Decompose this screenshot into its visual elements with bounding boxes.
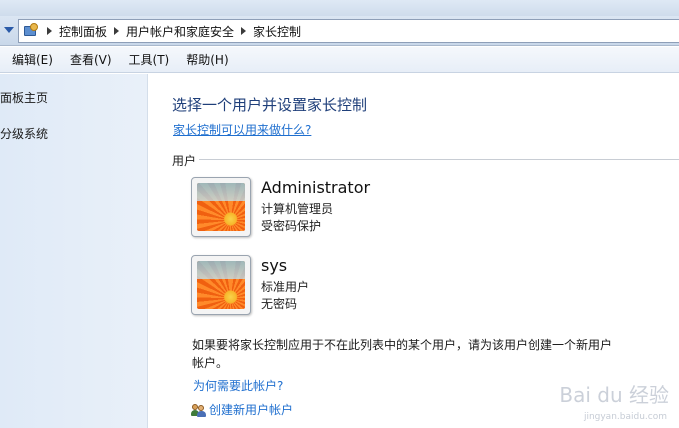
menu-tools[interactable]: 工具(T) [129, 51, 170, 68]
user-name[interactable]: Administrator [261, 178, 370, 197]
user-avatar[interactable] [191, 177, 251, 237]
breadcrumb-parental-controls[interactable]: 家长控制 [253, 23, 301, 40]
left-link-home[interactable]: 面板主页 [0, 89, 48, 106]
window-title-bar [0, 0, 679, 16]
create-account-link[interactable]: 创建新用户帐户 [209, 401, 293, 418]
user-password-status: 无密码 [261, 297, 298, 311]
menu-help[interactable]: 帮助(H) [186, 51, 228, 68]
menu-edit[interactable]: 编辑(E) [12, 51, 53, 68]
flower-picture-icon [197, 183, 245, 231]
help-link[interactable]: 家长控制可以用来做什么? [173, 121, 311, 138]
user-tile-sys[interactable]: sys 标准用户 无密码 [191, 255, 591, 319]
control-panel-icon [22, 22, 40, 40]
users-group-label: 用户 [172, 154, 197, 168]
why-account-link[interactable]: 为何需要此帐户? [193, 377, 283, 394]
main-content: 选择一个用户并设置家长控制 家长控制可以用来做什么? 用户 Administra… [149, 74, 679, 428]
user-password-status: 受密码保护 [261, 219, 322, 233]
user-tile-administrator[interactable]: Administrator 计算机管理员 受密码保护 [191, 177, 591, 241]
page-title: 选择一个用户并设置家长控制 [172, 96, 368, 114]
breadcrumb-chevron-icon[interactable] [241, 27, 247, 35]
create-account-note: 如果要将家长控制应用于不在此列表中的某个用户，请为该用户创建一个新用户帐户。 [192, 338, 613, 370]
address-bar[interactable]: 控制面板 用户帐户和家庭安全 家长控制 [18, 19, 679, 43]
watermark-logo: Bai du 经验 [559, 383, 669, 407]
user-role: 标准用户 [261, 280, 310, 294]
flower-picture-icon [197, 261, 245, 309]
nav-dropdown-icon[interactable] [4, 27, 14, 33]
breadcrumb-chevron-icon[interactable] [114, 27, 120, 35]
user-role: 计算机管理员 [261, 202, 334, 216]
user-name[interactable]: sys [261, 256, 287, 275]
user-avatar[interactable] [191, 255, 251, 315]
watermark-url: jingyan.baidu.com [583, 412, 667, 422]
group-divider [199, 159, 679, 160]
breadcrumb-user-accounts[interactable]: 用户帐户和家庭安全 [126, 23, 234, 40]
left-nav-pane: 面板主页 分级系统 [0, 74, 148, 428]
address-bar-row: 控制面板 用户帐户和家庭安全 家长控制 [0, 16, 679, 46]
breadcrumb-chevron-icon[interactable] [47, 27, 52, 35]
menu-view[interactable]: 查看(V) [70, 51, 112, 68]
users-icon[interactable] [191, 403, 208, 417]
breadcrumb-control-panel[interactable]: 控制面板 [59, 23, 107, 40]
menu-bar: 编辑(E) 查看(V) 工具(T) 帮助(H) [0, 47, 679, 73]
create-account-row[interactable]: 创建新用户帐户 [191, 401, 293, 418]
left-link-rating-systems[interactable]: 分级系统 [0, 125, 48, 142]
